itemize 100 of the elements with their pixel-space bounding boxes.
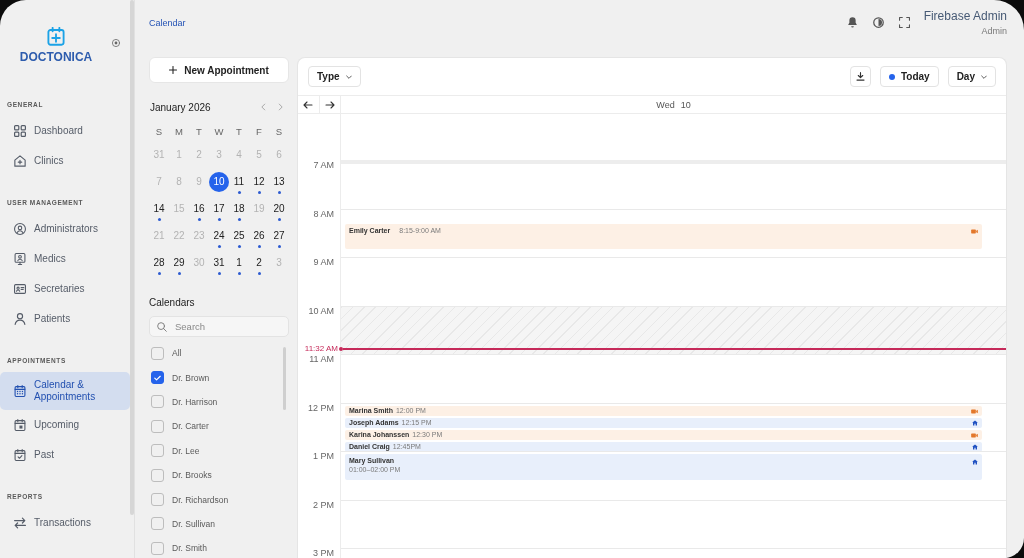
nav-item[interactable]: Past xyxy=(0,440,130,470)
nav-item[interactable]: Medics xyxy=(0,244,130,274)
type-dropdown[interactable]: Type xyxy=(308,66,361,87)
weekday-label: T xyxy=(235,125,243,137)
view-dropdown[interactable]: Day xyxy=(947,66,996,87)
section-heading: Calendars xyxy=(149,297,196,309)
plus-icon xyxy=(169,66,178,74)
calendar-day[interactable]: 25 xyxy=(229,226,249,246)
video-camera-icon xyxy=(971,432,978,438)
chevron-right-icon[interactable] xyxy=(278,103,283,111)
nav-item[interactable]: Transactions xyxy=(0,508,130,538)
calendar-day[interactable]: 16 xyxy=(189,199,209,219)
arrow-right-icon xyxy=(324,100,335,109)
calendar-day[interactable]: 1 xyxy=(229,253,249,273)
nav-item[interactable]: Calendar & Appointments xyxy=(0,372,130,410)
user-name: Firebase Admin xyxy=(923,8,1007,23)
new-appointment-button[interactable]: New Appointment xyxy=(149,57,289,83)
calendar-name: Dr. Richardson xyxy=(172,494,229,505)
time-label: 8 AM xyxy=(313,209,334,219)
nav-item[interactable]: Patients xyxy=(0,304,130,334)
bell-icon[interactable] xyxy=(846,17,858,28)
house-icon xyxy=(972,419,978,426)
calendar-name: Dr. Harrison xyxy=(172,396,218,407)
nav-item[interactable]: Administrators xyxy=(0,214,130,244)
calendar-name: Dr. Lee xyxy=(172,445,200,456)
calendar-name: Dr. Brooks xyxy=(172,470,212,481)
calendar-day[interactable]: 27 xyxy=(269,226,289,246)
calendar-icon xyxy=(14,385,26,397)
time-label: 10 AM xyxy=(308,306,334,316)
calendar-day[interactable]: 10 xyxy=(209,172,229,192)
nav-item[interactable]: Dashboard xyxy=(0,116,130,146)
calendar-name: Dr. Carter xyxy=(172,421,209,432)
nav-item[interactable]: Upcoming xyxy=(0,410,130,440)
calendar-check-icon xyxy=(14,449,26,461)
calendar-day[interactable]: 26 xyxy=(249,226,269,246)
nav-item[interactable]: Secretaries xyxy=(0,274,130,304)
calendar-day[interactable]: 2 xyxy=(249,253,269,273)
calendar-day[interactable]: 20 xyxy=(269,199,289,219)
checkbox[interactable] xyxy=(151,444,164,458)
time-label: 12 PM xyxy=(308,403,334,413)
contrast-icon[interactable] xyxy=(872,17,884,28)
chevron-down-icon xyxy=(345,74,352,79)
calendar-day[interactable]: 28 xyxy=(149,253,169,273)
dot-icon xyxy=(888,73,895,80)
weekday-label: Wed xyxy=(656,99,675,110)
weekday-label: S xyxy=(274,125,284,137)
breadcrumb-link[interactable]: Calendar xyxy=(149,17,186,28)
swap-arrows-icon xyxy=(14,517,26,529)
time-label: 1 PM xyxy=(313,452,334,461)
checkbox[interactable] xyxy=(151,419,164,433)
calendar-icon xyxy=(14,419,26,431)
calendar-name: Dr. Brown xyxy=(172,372,210,383)
check-icon xyxy=(154,374,161,381)
weekday-label: T xyxy=(195,125,203,137)
checkbox[interactable] xyxy=(151,468,164,482)
checkbox[interactable] xyxy=(151,371,164,385)
calendar-day[interactable]: 24 xyxy=(209,226,229,246)
nav-item[interactable]: Clinics xyxy=(0,146,130,176)
current-time-label: 11:32 AM xyxy=(303,344,339,354)
time-label: 11 AM xyxy=(309,355,334,364)
download-icon xyxy=(855,72,865,81)
calendar-day[interactable]: 14 xyxy=(149,199,169,219)
scrollbar[interactable] xyxy=(283,347,286,410)
time-label: 2 PM xyxy=(313,500,334,510)
brand-name: DOCTONICA xyxy=(19,50,93,64)
calendar-day[interactable]: 11 xyxy=(229,172,249,192)
chevron-down-icon xyxy=(981,74,987,79)
calendar-day[interactable]: 13 xyxy=(269,172,289,192)
checkbox[interactable] xyxy=(151,395,164,409)
checkbox[interactable] xyxy=(151,493,164,507)
month-label: January 2026 xyxy=(150,101,211,113)
weekday-label: F xyxy=(255,125,263,137)
calendar-plus-icon xyxy=(46,27,66,46)
today-button[interactable]: Today xyxy=(879,66,939,87)
person-frame-icon xyxy=(14,253,26,265)
weekday-label: M xyxy=(174,125,184,137)
checkbox[interactable] xyxy=(151,517,164,531)
calendar-name: All xyxy=(172,348,182,359)
time-label: 9 AM xyxy=(313,258,334,267)
house-icon xyxy=(972,459,978,465)
house-icon xyxy=(972,443,978,450)
weekday-label: S xyxy=(154,125,164,137)
calendar-day[interactable]: 12 xyxy=(249,172,269,192)
circle-dot-icon[interactable] xyxy=(112,39,120,47)
calendar-day[interactable]: 17 xyxy=(209,199,229,219)
chevron-left-icon[interactable] xyxy=(261,103,266,111)
download-button[interactable] xyxy=(849,66,871,87)
fullscreen-icon[interactable] xyxy=(898,17,910,28)
user-role: Admin xyxy=(981,25,1007,37)
search-field[interactable]: Search xyxy=(149,316,289,337)
calendar-day[interactable]: 18 xyxy=(229,199,249,219)
time-label: 3 PM xyxy=(313,549,334,558)
calendar-day[interactable]: 29 xyxy=(169,253,189,273)
id-card-icon xyxy=(14,283,26,295)
checkbox[interactable] xyxy=(151,346,164,360)
checkbox[interactable] xyxy=(151,541,164,555)
time-label: 7 AM xyxy=(313,161,334,170)
weekday-label: W xyxy=(213,125,225,137)
calendar-day[interactable]: 31 xyxy=(209,253,229,273)
video-camera-icon xyxy=(971,228,978,234)
